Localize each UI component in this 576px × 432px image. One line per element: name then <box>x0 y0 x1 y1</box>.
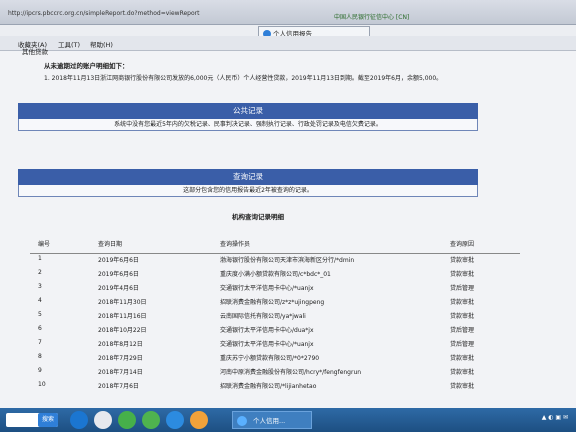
menu-help[interactable]: 帮助(H) <box>90 39 113 49</box>
cell-operator: 招联消费金融有限公司/z*z*ujingpeng <box>220 299 325 306</box>
cell-date: 2018年10月22日 <box>98 327 147 334</box>
cell-date: 2018年11月30日 <box>98 299 147 306</box>
folder-icon[interactable] <box>190 411 208 429</box>
ie-icon <box>237 416 247 426</box>
cell-reason: 贷款审批 <box>450 299 475 306</box>
security-icon[interactable] <box>142 411 160 429</box>
url-text[interactable]: http://ipcrs.pbccrc.org.cn/simpleReport.… <box>8 10 199 17</box>
taskbar: 搜索 个人信用... ▲ ◐ ▣ ✉ <box>0 408 576 432</box>
cell-number: 6 <box>38 325 42 332</box>
cell-operator: 重庆苏宁小额贷款有限公司/*0*2790 <box>220 355 320 362</box>
public-record-note: 系统中没有您最近5年内的欠税记录、民事判决记录、强制执行记录、行政处罚记录及电信… <box>18 119 478 131</box>
cell-reason: 贷款审批 <box>450 369 475 376</box>
store-icon[interactable] <box>118 411 136 429</box>
cell-number: 3 <box>38 283 42 290</box>
table-row: 3 2019年4月6日 交通银行太平洋信用卡中心/*uanjx 贷后管理 <box>30 283 520 297</box>
table-row: 7 2018年8月12日 交通银行太平洋信用卡中心/*uanjx 贷后管理 <box>30 339 520 353</box>
header-reason: 查询原因 <box>450 241 475 248</box>
app-icon[interactable] <box>94 411 112 429</box>
taskbar-search-button[interactable]: 搜索 <box>38 413 58 427</box>
cell-number: 7 <box>38 339 42 346</box>
active-window-label: 个人信用... <box>253 417 286 425</box>
cell-date: 2018年7月29日 <box>98 355 143 362</box>
system-tray[interactable]: ▲ ◐ ▣ ✉ <box>542 414 568 421</box>
table-row: 5 2018年11月16日 云南国际信托有限公司/ya*jwali 贷款审批 <box>30 311 520 325</box>
query-record-band: 查询记录 <box>18 169 478 185</box>
cell-reason: 贷款审批 <box>450 271 475 278</box>
cell-number: 8 <box>38 353 42 360</box>
table-row: 10 2018年7月6日 招联消费金融有限公司/*lijianhetao 贷款审… <box>30 381 520 395</box>
cell-operator: 河南中原消费金融股份有限公司/hcry*/fengfengrun <box>220 369 362 376</box>
table-row: 8 2018年7月29日 重庆苏宁小额贷款有限公司/*0*2790 贷款审批 <box>30 353 520 367</box>
query-record-note: 这部分包含您的信用报告最近2年被查询的记录。 <box>18 185 478 197</box>
cell-date: 2018年7月6日 <box>98 383 139 390</box>
browser-icon[interactable] <box>70 411 88 429</box>
cell-reason: 贷款审批 <box>450 257 475 264</box>
cell-operator: 云南国际信托有限公司/ya*jwali <box>220 313 306 320</box>
cell-operator: 交通银行太平洋信用卡中心/*uanjx <box>220 341 314 348</box>
cell-number: 4 <box>38 297 42 304</box>
cell-operator: 渤海银行股份有限公司天津市滨海新区分行/*dmin <box>220 257 355 264</box>
cell-reason: 贷款审批 <box>450 383 475 390</box>
header-operator: 查询操作员 <box>220 241 251 248</box>
cell-operator: 交通银行太平洋信用卡中心/dua*jx <box>220 327 314 334</box>
cell-date: 2019年6月6日 <box>98 271 139 278</box>
cell-number: 9 <box>38 367 42 374</box>
cell-operator: 招联消费金融有限公司/*lijianhetao <box>220 383 317 390</box>
cell-date: 2018年8月12日 <box>98 341 143 348</box>
cell-reason: 贷款审批 <box>450 313 475 320</box>
cell-reason: 贷后管理 <box>450 285 475 292</box>
cell-operator: 交通银行太平洋信用卡中心/*uanjx <box>220 285 314 292</box>
certificate-label[interactable]: 中国人民银行征信中心 [CN] <box>334 12 409 21</box>
cell-reason: 贷款审批 <box>450 355 475 362</box>
screen: http://ipcrs.pbccrc.org.cn/simpleReport.… <box>0 0 576 432</box>
table-row: 1 2019年6月6日 渤海银行股份有限公司天津市滨海新区分行/*dmin 贷款… <box>30 255 520 269</box>
report-content: 其他贷款 从未逾期过的账户明细如下： 1. 2018年11月13日浙江网商银行股… <box>0 48 576 408</box>
table-row: 2 2019年6月6日 重庆度小满小额贷款有限公司/c*bdc*_01 贷款审批 <box>30 269 520 283</box>
cell-date: 2018年11月16日 <box>98 313 147 320</box>
header-date: 查询日期 <box>98 241 123 248</box>
menu-bar: 收藏夹(A) 工具(T) 帮助(H) <box>0 36 576 51</box>
cell-number: 1 <box>38 255 42 262</box>
active-window-button[interactable]: 个人信用... <box>232 411 312 429</box>
cell-operator: 重庆度小满小额贷款有限公司/c*bdc*_01 <box>220 271 331 278</box>
cell-number: 2 <box>38 269 42 276</box>
table-row: 6 2018年10月22日 交通银行太平洋信用卡中心/dua*jx 贷后管理 <box>30 325 520 339</box>
cell-number: 10 <box>38 381 46 388</box>
menu-tools[interactable]: 工具(T) <box>58 39 80 49</box>
cell-reason: 贷后管理 <box>450 327 475 334</box>
table-row: 4 2018年11月30日 招联消费金融有限公司/z*z*ujingpeng 贷… <box>30 297 520 311</box>
cell-number: 5 <box>38 311 42 318</box>
header-number: 编号 <box>38 241 51 248</box>
cell-date: 2019年4月6日 <box>98 285 139 292</box>
cell-reason: 贷后管理 <box>450 341 475 348</box>
institution-query-title: 机构查询记录明细 <box>232 213 284 221</box>
table-row: 9 2018年7月14日 河南中原消费金融股份有限公司/hcry*/fengfe… <box>30 367 520 381</box>
address-bar[interactable]: http://ipcrs.pbccrc.org.cn/simpleReport.… <box>0 0 576 25</box>
ie-taskbar-icon[interactable] <box>166 411 184 429</box>
section-heading-cut: 其他贷款 <box>22 48 48 56</box>
account-detail-title: 从未逾期过的账户明细如下： <box>44 62 129 70</box>
cell-date: 2019年6月6日 <box>98 257 139 264</box>
cell-date: 2018年7月14日 <box>98 369 143 376</box>
account-detail-item: 1. 2018年11月13日浙江网商银行股份有限公司发放的6,000元（人民币）… <box>44 75 443 82</box>
public-record-band: 公共记录 <box>18 103 478 119</box>
table-header: 编号 查询日期 查询操作员 查询原因 <box>30 239 520 254</box>
